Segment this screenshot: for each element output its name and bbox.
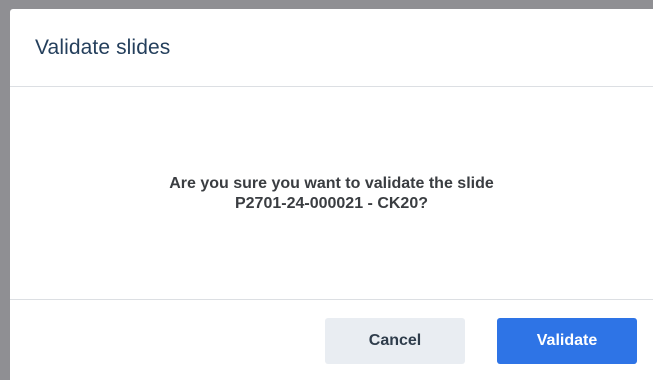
validate-slides-dialog: Validate slides Are you sure you want to… (10, 9, 653, 380)
confirmation-message-line-2: P2701-24-000021 - CK20? (234, 195, 428, 212)
dialog-header: Validate slides (10, 9, 653, 87)
cancel-button[interactable]: Cancel (325, 318, 465, 364)
dialog-body: Are you sure you want to validate the sl… (10, 87, 653, 300)
dialog-footer: Cancel Validate (10, 300, 653, 380)
dialog-title: Validate slides (35, 35, 171, 59)
confirmation-message-line-1: Are you sure you want to validate the sl… (169, 175, 494, 192)
confirmation-message: Are you sure you want to validate the sl… (102, 174, 562, 214)
validate-button[interactable]: Validate (497, 318, 637, 364)
